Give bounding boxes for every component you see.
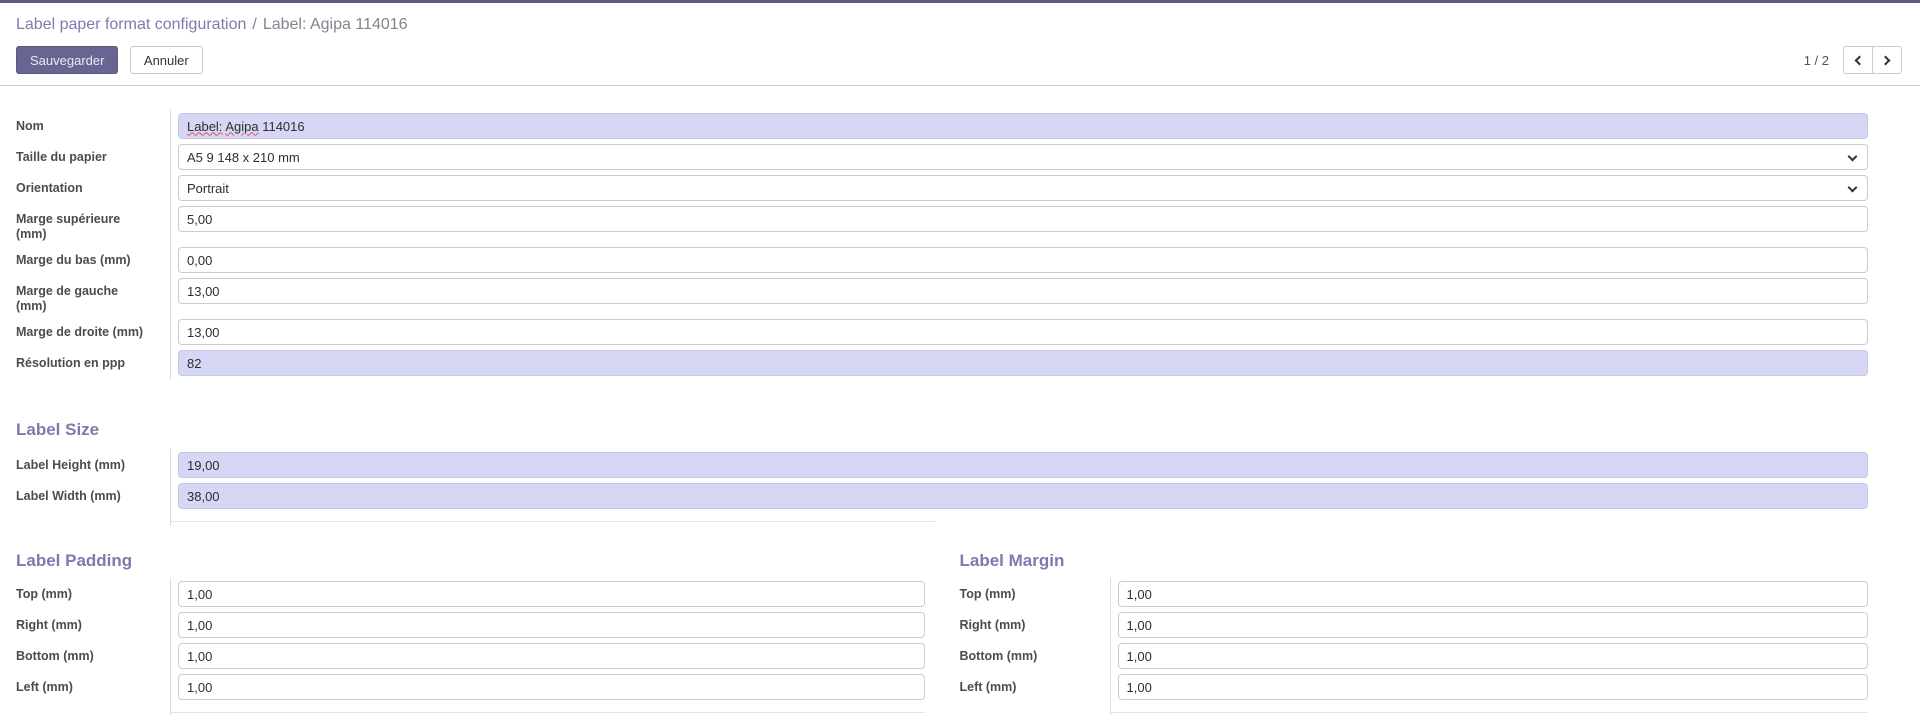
padding-bottom-field[interactable]: 1,00 [178, 643, 925, 669]
pager-previous-button[interactable] [1843, 46, 1873, 74]
margin-top-label: Top (mm) [960, 581, 1110, 607]
group-label-size: Label Height (mm) 19,00 Label Width (mm)… [16, 452, 1868, 522]
marge-de-gauche-field[interactable]: 13,00 [178, 278, 1868, 304]
field-row-nom: Nom Label: Agipa 114016 [16, 113, 1868, 139]
section-title-label-margin: Label Margin [960, 551, 1869, 571]
margin-left-field[interactable]: 1,00 [1118, 674, 1869, 700]
margin-top-field[interactable]: 1,00 [1118, 581, 1869, 607]
breadcrumb-parent-link[interactable]: Label paper format configuration [16, 16, 246, 33]
breadcrumb: Label paper format configuration / Label: … [16, 14, 1904, 36]
resolution-label: Résolution en ppp [16, 350, 170, 376]
pager-next-button[interactable] [1872, 46, 1902, 74]
marge-superieure-field[interactable]: 5,00 [178, 206, 1868, 232]
breadcrumb-current: Label: Agipa 114016 [263, 16, 408, 33]
taille-du-papier-label: Taille du papier [16, 144, 170, 170]
marge-du-bas-label: Marge du bas (mm) [16, 247, 170, 273]
marge-de-gauche-label: Marge de gauche (mm) [16, 278, 170, 314]
padding-top-field[interactable]: 1,00 [178, 581, 925, 607]
section-title-label-size: Label Size [16, 420, 1868, 440]
padding-left-label: Left (mm) [16, 674, 170, 700]
field-row-orientation: Orientation Portrait [16, 175, 1868, 201]
field-row-margin-bottom: Bottom (mm) 1,00 [960, 643, 1869, 669]
padding-top-label: Top (mm) [16, 581, 170, 607]
padding-right-field[interactable]: 1,00 [178, 612, 925, 638]
field-row-margin-top: Top (mm) 1,00 [960, 581, 1869, 607]
label-margin-column: Label Margin Top (mm) 1,00 Right (mm) 1,… [960, 522, 1869, 713]
nom-field[interactable]: Label: Agipa 114016 [178, 113, 1868, 139]
field-row-padding-bottom: Bottom (mm) 1,00 [16, 643, 925, 669]
field-row-padding-right: Right (mm) 1,00 [16, 612, 925, 638]
padding-right-label: Right (mm) [16, 612, 170, 638]
field-row-marge-superieure: Marge supérieure (mm) 5,00 [16, 206, 1868, 242]
marge-superieure-label: Marge supérieure (mm) [16, 206, 170, 242]
field-row-padding-left: Left (mm) 1,00 [16, 674, 925, 700]
margin-right-field[interactable]: 1,00 [1118, 612, 1869, 638]
field-row-taille-du-papier: Taille du papier A5 9 148 x 210 mm [16, 144, 1868, 170]
group-paper-format: Nom Label: Agipa 114016 Taille du papier… [16, 113, 1868, 376]
nom-label: Nom [16, 113, 170, 139]
field-row-resolution: Résolution en ppp 82 [16, 350, 1868, 376]
field-row-margin-right: Right (mm) 1,00 [960, 612, 1869, 638]
orientation-select[interactable]: Portrait [178, 175, 1868, 201]
padding-bottom-label: Bottom (mm) [16, 643, 170, 669]
group-label-margin: Top (mm) 1,00 Right (mm) 1,00 Bottom (mm… [960, 581, 1869, 713]
label-height-label: Label Height (mm) [16, 452, 170, 478]
orientation-label: Orientation [16, 175, 170, 201]
control-panel: Label paper format configuration / Label: … [0, 3, 1920, 74]
marge-de-droite-field[interactable]: 13,00 [178, 319, 1868, 345]
form-sheet: Nom Label: Agipa 114016 Taille du papier… [0, 86, 1920, 713]
margin-bottom-label: Bottom (mm) [960, 643, 1110, 669]
margin-right-label: Right (mm) [960, 612, 1110, 638]
label-width-label: Label Width (mm) [16, 483, 170, 509]
chevron-down-icon [1848, 183, 1858, 193]
margin-left-label: Left (mm) [960, 674, 1110, 700]
field-row-label-height: Label Height (mm) 19,00 [16, 452, 1868, 478]
record-pager: 1 / 2 [1804, 46, 1902, 74]
field-row-padding-top: Top (mm) 1,00 [16, 581, 925, 607]
field-row-margin-left: Left (mm) 1,00 [960, 674, 1869, 700]
chevron-left-icon [1855, 55, 1865, 65]
label-padding-column: Label Padding Top (mm) 1,00 Right (mm) 1… [16, 522, 925, 713]
resolution-field[interactable]: 82 [178, 350, 1868, 376]
group-label-padding: Top (mm) 1,00 Right (mm) 1,00 Bottom (mm… [16, 581, 925, 713]
field-row-label-width: Label Width (mm) 38,00 [16, 483, 1868, 509]
field-row-marge-du-bas: Marge du bas (mm) 0,00 [16, 247, 1868, 273]
pager-counter: 1 / 2 [1804, 53, 1829, 68]
breadcrumb-separator: / [252, 16, 256, 33]
save-button[interactable]: Sauvegarder [16, 46, 118, 74]
form-action-buttons: Sauvegarder Annuler [16, 46, 203, 74]
field-row-marge-de-droite: Marge de droite (mm) 13,00 [16, 319, 1868, 345]
padding-left-field[interactable]: 1,00 [178, 674, 925, 700]
margin-bottom-field[interactable]: 1,00 [1118, 643, 1869, 669]
section-title-label-padding: Label Padding [16, 551, 925, 571]
marge-du-bas-field[interactable]: 0,00 [178, 247, 1868, 273]
chevron-down-icon [1848, 152, 1858, 162]
marge-de-droite-label: Marge de droite (mm) [16, 319, 170, 345]
label-width-field[interactable]: 38,00 [178, 483, 1868, 509]
cancel-button[interactable]: Annuler [130, 46, 203, 74]
taille-du-papier-select[interactable]: A5 9 148 x 210 mm [178, 144, 1868, 170]
field-row-marge-de-gauche: Marge de gauche (mm) 13,00 [16, 278, 1868, 314]
chevron-right-icon [1881, 55, 1891, 65]
label-height-field[interactable]: 19,00 [178, 452, 1868, 478]
